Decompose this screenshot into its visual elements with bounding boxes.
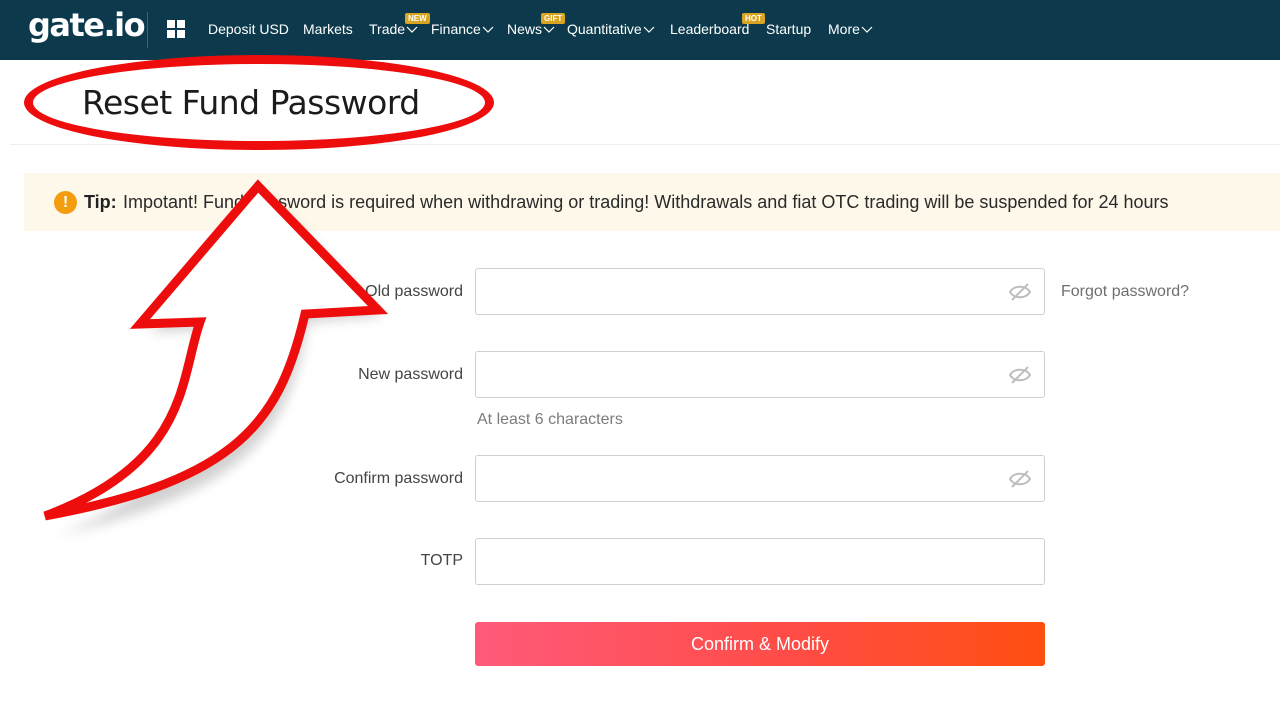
chevron-down-icon — [643, 26, 655, 34]
new-password-field[interactable] — [475, 351, 1045, 398]
chevron-down-icon — [543, 26, 555, 34]
chevron-down-icon — [861, 26, 873, 34]
gift-badge: GIFT — [541, 13, 566, 24]
totp-field[interactable] — [475, 538, 1045, 585]
nav-finance[interactable]: Finance — [431, 21, 494, 37]
eye-off-icon[interactable] — [1008, 364, 1032, 386]
confirm-password-label: Confirm password — [334, 470, 463, 487]
confirm-modify-button[interactable]: Confirm & Modify — [475, 622, 1045, 666]
red-highlight-ellipse — [24, 55, 494, 150]
nav-deposit-usd[interactable]: Deposit USD — [208, 21, 289, 37]
nav-startup[interactable]: Startup — [766, 21, 811, 37]
confirm-password-field[interactable] — [475, 455, 1045, 502]
nav-quantitative-label: Quantitative — [567, 21, 642, 37]
new-password-input[interactable] — [476, 352, 1044, 397]
nav-finance-label: Finance — [431, 21, 481, 37]
new-badge: NEW — [405, 13, 430, 24]
confirm-password-input[interactable] — [476, 456, 1044, 501]
logo-divider — [147, 12, 148, 48]
tip-label: Tip: — [84, 192, 117, 212]
totp-label: TOTP — [420, 552, 463, 569]
eye-off-icon[interactable] — [1008, 468, 1032, 490]
forgot-password-link[interactable]: Forgot password? — [1061, 283, 1189, 301]
nav-trade-label: Trade — [369, 21, 406, 37]
old-password-input[interactable] — [476, 269, 1044, 314]
gateio-logo[interactable]: gate.io — [28, 6, 146, 44]
exclamation-circle-icon: ! — [54, 191, 77, 214]
old-password-label: Old password — [365, 283, 463, 300]
nav-more-label: More — [828, 21, 860, 37]
tip-text: Impotant! Fund password is required when… — [123, 192, 1169, 212]
nav-markets[interactable]: Markets — [303, 21, 353, 37]
nav-quantitative[interactable]: Quantitative — [567, 21, 655, 37]
password-length-hint: At least 6 characters — [477, 411, 623, 428]
nav-news-label: News — [507, 21, 543, 37]
nav-leaderboard[interactable]: Leaderboard — [670, 21, 749, 37]
top-nav-bar: gate.io Deposit USD Markets Trade NEW Fi… — [0, 0, 1280, 60]
chevron-down-icon — [406, 26, 418, 34]
nav-more[interactable]: More — [828, 21, 873, 37]
new-password-label: New password — [358, 366, 463, 383]
chevron-down-icon — [482, 26, 494, 34]
grid-icon[interactable] — [167, 20, 185, 38]
old-password-field[interactable] — [475, 268, 1045, 315]
totp-input[interactable] — [476, 539, 1044, 584]
eye-off-icon[interactable] — [1008, 281, 1032, 303]
hot-badge: HOT — [742, 13, 765, 24]
